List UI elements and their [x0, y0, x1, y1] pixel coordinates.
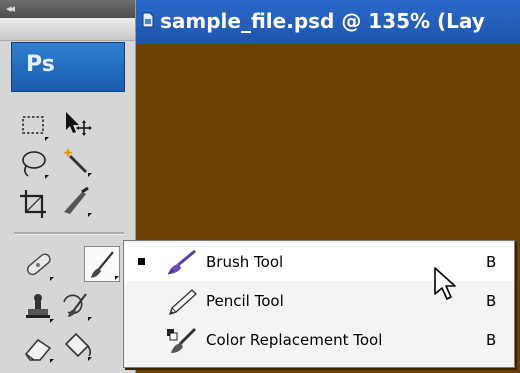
flyout-item-shortcut: B	[486, 253, 497, 271]
panel-grip[interactable]	[0, 18, 135, 41]
tools-separator	[14, 232, 124, 235]
flyout-item-shortcut: B	[486, 292, 497, 310]
document-title-bar[interactable]: sample_file.psd @ 135% (Lay	[136, 0, 520, 44]
slice-tool-button[interactable]	[58, 184, 94, 220]
history-brush-icon	[63, 293, 92, 321]
stamp-icon	[26, 294, 54, 323]
crop-icon	[20, 190, 46, 218]
panel-collapse-bar[interactable]: ◂◂	[0, 0, 135, 18]
flyout-item-color-replacement-tool[interactable]: Color Replacement Tool B	[124, 321, 514, 359]
history-brush-tool-button[interactable]	[58, 288, 94, 324]
eraser-icon	[25, 339, 54, 363]
flyout-item-label: Brush Tool	[206, 253, 284, 271]
mouse-cursor-icon	[434, 267, 456, 300]
clone-stamp-tool-button[interactable]	[20, 290, 56, 326]
brush-tools-flyout: Brush Tool B Pencil Tool B Color Replace…	[123, 240, 515, 368]
move-tool-button[interactable]	[58, 106, 94, 142]
collapse-icon[interactable]: ◂◂	[6, 2, 15, 15]
brush-tool-button[interactable]	[84, 246, 120, 282]
flyout-item-shortcut: B	[486, 331, 497, 349]
healing-brush-tool-button[interactable]	[20, 248, 56, 284]
lasso-icon	[22, 151, 49, 179]
marquee-tool-button[interactable]	[16, 108, 52, 144]
bandage-icon	[26, 253, 54, 281]
document-title: sample_file.psd @ 135% (Lay	[160, 9, 485, 33]
magic-wand-icon	[63, 148, 92, 177]
document-icon	[142, 12, 154, 28]
lasso-tool-button[interactable]	[16, 146, 52, 182]
pencil-icon	[168, 289, 197, 316]
tools-panel: ◂◂ Ps	[0, 0, 136, 373]
color-replacement-icon	[167, 327, 197, 353]
crop-tool-button[interactable]	[16, 186, 52, 222]
paint-bucket-tool-button[interactable]	[58, 328, 94, 364]
magic-wand-tool-button[interactable]	[58, 144, 94, 180]
slice-knife-icon	[64, 186, 92, 217]
eraser-tool-button[interactable]	[20, 330, 56, 366]
bucket-icon	[64, 332, 92, 361]
move-arrow-icon	[66, 112, 92, 136]
brush-icon	[167, 249, 196, 275]
flyout-item-label: Pencil Tool	[206, 292, 284, 310]
ps-logo[interactable]: Ps	[11, 42, 125, 92]
flyout-item-label: Color Replacement Tool	[206, 331, 383, 349]
brush-icon	[91, 251, 119, 280]
dashed-rect-icon	[22, 116, 49, 141]
selected-bullet-icon	[138, 258, 145, 265]
